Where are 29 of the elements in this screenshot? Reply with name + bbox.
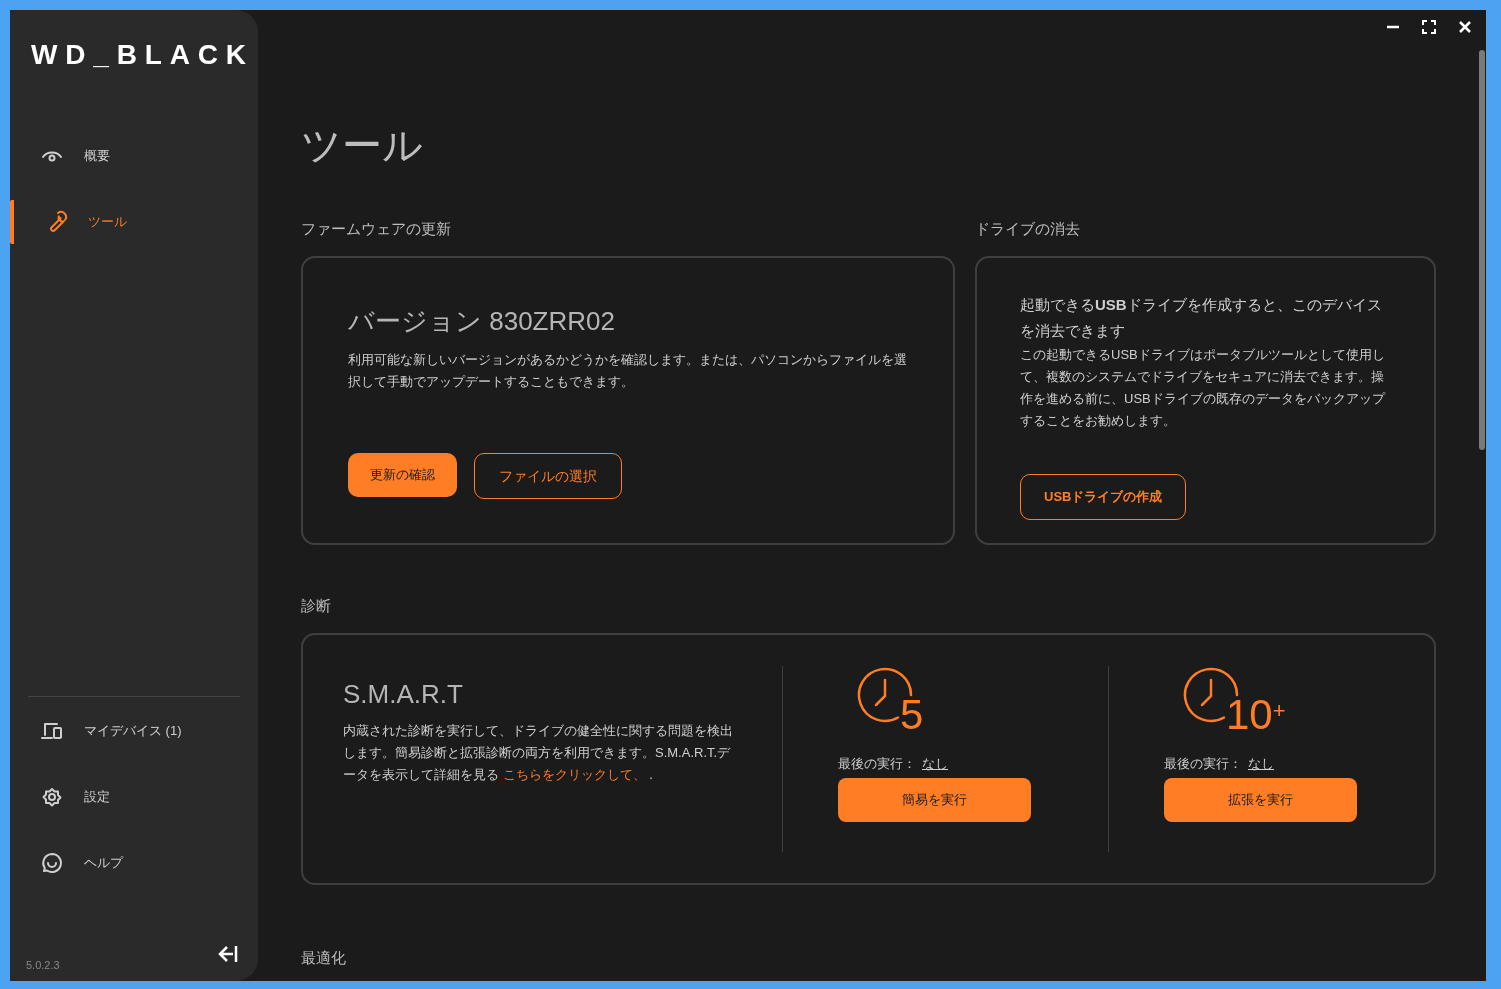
select-file-button[interactable]: ファイルの選択 xyxy=(474,453,622,499)
firmware-version: バージョン 830ZRR02 xyxy=(348,305,616,338)
nav-item[interactable]: 概要 xyxy=(10,134,258,178)
duration-text: 10$^{+}$ xyxy=(1226,694,1286,736)
last-run-value: なし xyxy=(1248,755,1274,773)
smart-data-link[interactable]: こちらをクリックして、 xyxy=(502,767,646,782)
firmware-description: 利用可能な新しいバージョンがあるかどうかを確認します。または、パソコンからファイルを選択して手動でアップデートすることもできます。 xyxy=(348,351,908,391)
section-label: ファームウェアの更新 xyxy=(301,219,452,239)
last-run-label: 最後の実行： xyxy=(838,755,916,773)
logo: WD_BLACK xyxy=(31,38,255,72)
section-label: 最適化 xyxy=(301,948,347,968)
erase-description: この起動できるUSBドライブはポータブルツールとして使用して、複数のシステムでドライブをセキュアに消去できます。操作を進める前に、USBドライブの既存のデータをバックアップすることをお勧めします。 xyxy=(1020,346,1387,430)
create-usb-button[interactable]: USBドライブの作成 xyxy=(1020,474,1187,520)
nav-item[interactable]: ヘルプ xyxy=(10,841,258,885)
nav-item[interactable]: ツール xyxy=(10,200,258,244)
last-run-value: なし xyxy=(922,755,948,773)
smart-description: 内蔵された診断を実行して、ドライブの健全性に関する問題を検出します。簡易診断と拡張診断の両方を利用できます。S.M.A.R.T.データを表示して詳細を見る こちらをクリックして、 . xyxy=(343,722,734,784)
nav-item[interactable]: マイデバイス (1) xyxy=(10,709,258,753)
section-label: 診断 xyxy=(301,596,332,616)
section-label: ドライブの消去 xyxy=(975,219,1081,239)
run-test-button[interactable]: 簡易を実行 xyxy=(838,777,1031,822)
page-title: ツール xyxy=(301,122,424,169)
smart-title: S.M.A.R.T xyxy=(343,678,464,711)
duration-text: 5 xyxy=(900,694,924,736)
nav-item[interactable]: 設定 xyxy=(10,775,258,819)
run-test-button[interactable]: 拡張を実行 xyxy=(1164,777,1357,822)
last-run-label: 最後の実行： xyxy=(1164,755,1242,773)
version-text: 5.0.2.3 xyxy=(26,957,60,973)
check-update-button[interactable]: 更新の確認 xyxy=(348,453,457,497)
